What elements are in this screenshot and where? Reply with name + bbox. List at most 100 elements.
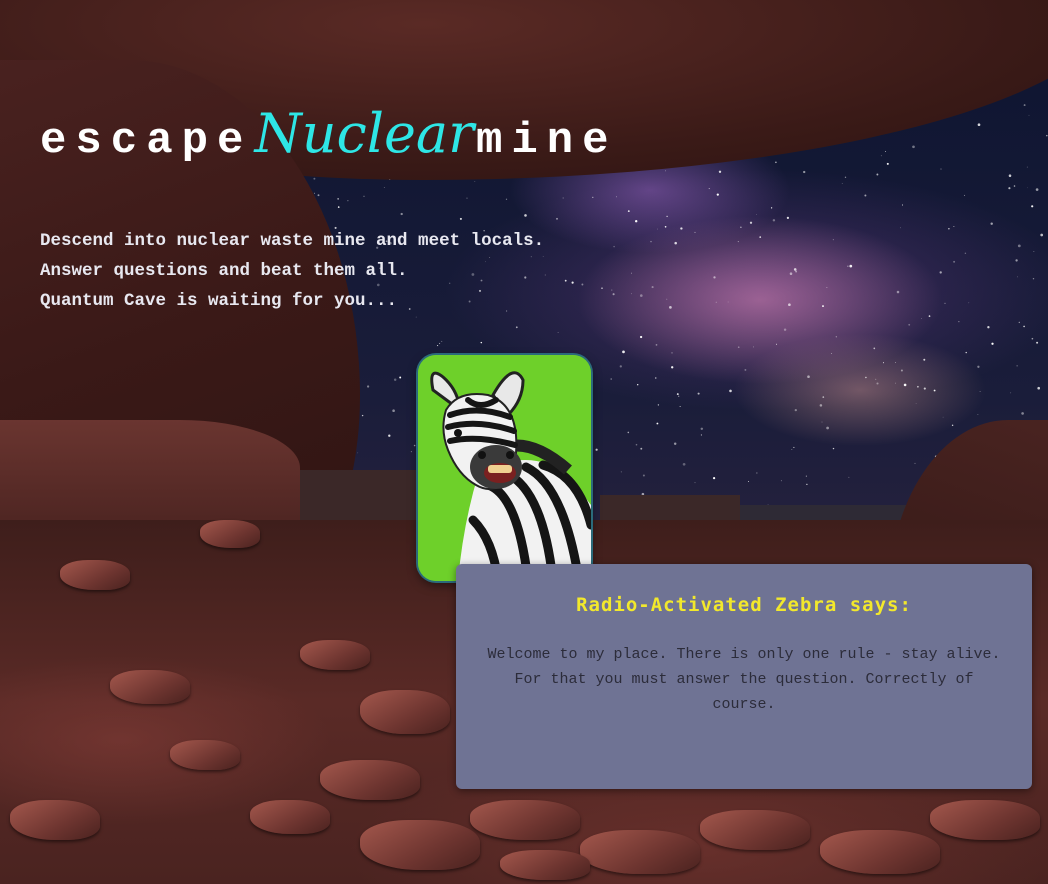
- star: [363, 195, 365, 197]
- star: [977, 365, 980, 368]
- star: [357, 452, 359, 454]
- star: [882, 362, 885, 364]
- star: [383, 187, 385, 188]
- star: [903, 383, 907, 387]
- star: [635, 443, 638, 446]
- star: [1017, 244, 1021, 248]
- star: [864, 194, 867, 197]
- star: [794, 408, 797, 412]
- star: [388, 434, 391, 437]
- star: [366, 385, 370, 388]
- star: [831, 353, 832, 354]
- star: [1036, 341, 1039, 344]
- star: [669, 306, 672, 309]
- star: [729, 389, 732, 393]
- star: [917, 385, 919, 388]
- star: [965, 351, 967, 354]
- star: [885, 151, 886, 153]
- star: [921, 318, 922, 319]
- tagline-line: Descend into nuclear waste mine and meet…: [40, 231, 545, 251]
- star: [399, 376, 402, 379]
- star: [963, 194, 966, 196]
- star: [656, 422, 659, 425]
- star: [1028, 114, 1030, 116]
- star: [1016, 365, 1018, 367]
- star: [789, 272, 793, 275]
- star: [737, 346, 740, 349]
- star: [990, 222, 993, 225]
- tagline-line: Answer questions and beat them all.: [40, 261, 408, 281]
- star: [788, 303, 791, 307]
- star: [821, 421, 823, 423]
- star: [832, 239, 834, 241]
- star: [1015, 259, 1018, 262]
- rock: [820, 830, 940, 874]
- star: [876, 382, 879, 385]
- star: [700, 427, 704, 431]
- star: [900, 227, 901, 229]
- dialog-message: Welcome to my place. There is only one r…: [487, 646, 1001, 713]
- star: [524, 214, 527, 217]
- star: [682, 462, 686, 466]
- star: [671, 366, 674, 369]
- star: [466, 197, 468, 199]
- tagline-line: Quantum Cave is waiting for you...: [40, 291, 398, 311]
- star: [756, 472, 758, 474]
- star: [317, 194, 320, 197]
- star: [772, 219, 776, 222]
- star: [631, 293, 632, 295]
- star: [347, 200, 349, 202]
- star: [912, 145, 915, 149]
- star: [896, 290, 900, 294]
- star: [1032, 278, 1035, 280]
- star: [673, 442, 677, 446]
- star: [780, 480, 782, 482]
- star: [1023, 104, 1026, 107]
- star: [849, 264, 853, 268]
- star: [991, 342, 994, 345]
- star: [841, 183, 843, 184]
- star: [655, 344, 658, 346]
- star: [713, 276, 716, 279]
- rock: [700, 810, 810, 850]
- star: [832, 447, 835, 450]
- star: [795, 270, 798, 273]
- star: [620, 471, 622, 473]
- star: [515, 326, 518, 329]
- rock: [470, 800, 580, 840]
- star: [894, 361, 896, 363]
- star: [844, 176, 847, 178]
- speaker-name: Radio-Activated Zebra says:: [576, 594, 912, 616]
- star: [727, 301, 729, 303]
- star: [1013, 185, 1016, 187]
- rock: [360, 690, 450, 734]
- star: [474, 180, 476, 182]
- star: [592, 196, 594, 199]
- star: [775, 161, 777, 164]
- star: [807, 375, 810, 379]
- star: [1033, 251, 1035, 253]
- star: [977, 414, 979, 415]
- game-title: escapeNuclearmine: [40, 104, 618, 171]
- star: [697, 392, 700, 395]
- star: [1031, 337, 1034, 340]
- star: [933, 389, 936, 392]
- star: [544, 274, 546, 276]
- star: [505, 198, 508, 200]
- rock: [10, 800, 100, 840]
- title-nuclear: Nuclear: [254, 102, 474, 165]
- star: [666, 215, 668, 218]
- star: [666, 298, 668, 300]
- star: [944, 302, 946, 305]
- star: [928, 315, 931, 317]
- zebra-icon: [418, 355, 591, 581]
- title-mine: mine: [475, 116, 618, 166]
- star: [740, 226, 742, 228]
- star: [819, 404, 823, 407]
- star: [914, 462, 916, 464]
- star: [953, 226, 955, 228]
- star: [826, 426, 829, 430]
- star: [793, 268, 797, 271]
- star: [915, 402, 917, 404]
- star: [392, 409, 395, 412]
